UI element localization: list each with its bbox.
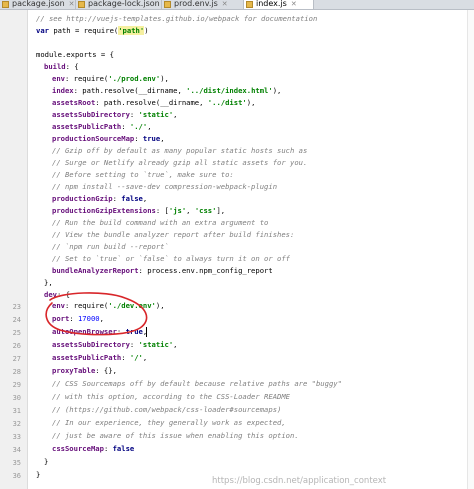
code-line-23: }, (44, 278, 53, 287)
code-line-36: cssSourceMap: false (52, 444, 135, 453)
code-line-34: // In our experience, they generally wor… (52, 418, 286, 427)
code-line-7: index: path.resolve(__dirname, '../dist/… (52, 86, 282, 95)
line-number: 30 (12, 394, 21, 402)
code-line-35: // just be aware of this issue when enab… (52, 431, 299, 440)
code-line-38: } (36, 470, 41, 479)
line-number: 23 (12, 303, 21, 311)
code-line-8: assetsRoot: path.resolve(__dirname, '../… (52, 98, 256, 107)
code-line-17: productionGzipExtensions: ['js', 'css'], (52, 206, 226, 215)
code-line-26: port: 17000, (52, 314, 104, 323)
code-line-32: // with this option, according to the CS… (52, 392, 290, 401)
code-line-1: // see http://vuejs-templates.github.io/… (36, 14, 318, 23)
code-line-22: bundleAnalyzerReport: process.env.npm_co… (52, 266, 273, 275)
line-number: 29 (12, 381, 21, 389)
code-line-19: // View the bundle analyzer report after… (52, 230, 295, 239)
tab-prod-env-js[interactable]: prod.env.js ✕ (162, 0, 244, 9)
code-line-11: productionSourceMap: true, (52, 134, 165, 143)
js-file-icon (164, 1, 171, 8)
json-file-icon (78, 1, 85, 8)
code-line-2: var path = require('path') (36, 26, 149, 35)
code-line-28: assetsSubDirectory: 'static', (52, 340, 178, 349)
code-line-10: assetsPublicPath: './', (52, 122, 152, 131)
line-number: 28 (12, 368, 21, 376)
code-line-30: proxyTable: {}, (52, 366, 117, 375)
code-line-16: productionGzip: false, (52, 194, 148, 203)
code-line-33: // (https://github.com/webpack/css-loade… (52, 405, 282, 414)
line-number: 36 (12, 472, 21, 480)
code-line-5: build: { (44, 62, 79, 71)
code-line-15: // npm install --save-dev compression-we… (52, 182, 278, 191)
js-file-icon (246, 1, 253, 8)
code-line-14: // Before setting to `true`, make sure t… (52, 170, 234, 179)
code-editor[interactable]: // see http://vuejs-templates.github.io/… (28, 10, 474, 489)
text-cursor (146, 327, 147, 337)
code-line-20: // `npm run build --report` (52, 242, 169, 251)
code-line-21: // Set to `true` or `false` to always tu… (52, 254, 290, 263)
close-icon[interactable]: ✕ (69, 0, 75, 8)
tab-label: prod.env.js (174, 0, 218, 8)
code-line-31: // CSS Sourcemaps off by default because… (52, 379, 342, 388)
line-number: 26 (12, 342, 21, 350)
close-icon[interactable]: ✕ (291, 0, 297, 8)
line-number-gutter: 23 24 25 26 27 28 29 30 31 32 33 34 35 3… (0, 10, 28, 489)
tab-label: package-lock.json (88, 0, 160, 8)
line-number: 24 (12, 316, 21, 324)
code-line-9: assetsSubDirectory: 'static', (52, 110, 178, 119)
line-number: 34 (12, 446, 21, 454)
tab-package-json[interactable]: package.json ✕ (0, 0, 76, 9)
json-file-icon (2, 1, 9, 8)
code-line-6: env: require('./prod.env'), (52, 74, 169, 83)
line-number: 27 (12, 355, 21, 363)
error-stripe[interactable] (467, 10, 474, 489)
code-line-27: autoOpenBrowser: true, (52, 327, 147, 336)
line-number: 35 (12, 459, 21, 467)
code-line-4: module.exports = { (36, 50, 114, 59)
code-line-18: // Run the build command with an extra a… (52, 218, 269, 227)
line-number: 25 (12, 329, 21, 337)
tab-index-js[interactable]: index.js ✕ (244, 0, 314, 9)
close-icon[interactable]: ✕ (222, 0, 228, 8)
editor-tab-bar: package.json✕ package-lock.json✕ prod.en… (0, 0, 474, 10)
tab-package-lock-json[interactable]: package-lock.json✕ (76, 0, 170, 9)
code-line-12: // Gzip off by default as many popular s… (52, 146, 308, 155)
code-line-37: } (44, 457, 49, 466)
tab-label: index.js (256, 0, 287, 8)
line-number: 33 (12, 433, 21, 441)
code-line-25: env: require('./dev.env'), (52, 301, 165, 310)
code-line-29: assetsPublicPath: '/', (52, 353, 148, 362)
line-number: 31 (12, 407, 21, 415)
watermark-text: https://blog.csdn.net/application_contex… (212, 476, 387, 486)
code-line-13: // Surge or Netlify already gzip all sta… (52, 158, 308, 167)
tab-label: package.json (12, 0, 65, 8)
line-number: 32 (12, 420, 21, 428)
